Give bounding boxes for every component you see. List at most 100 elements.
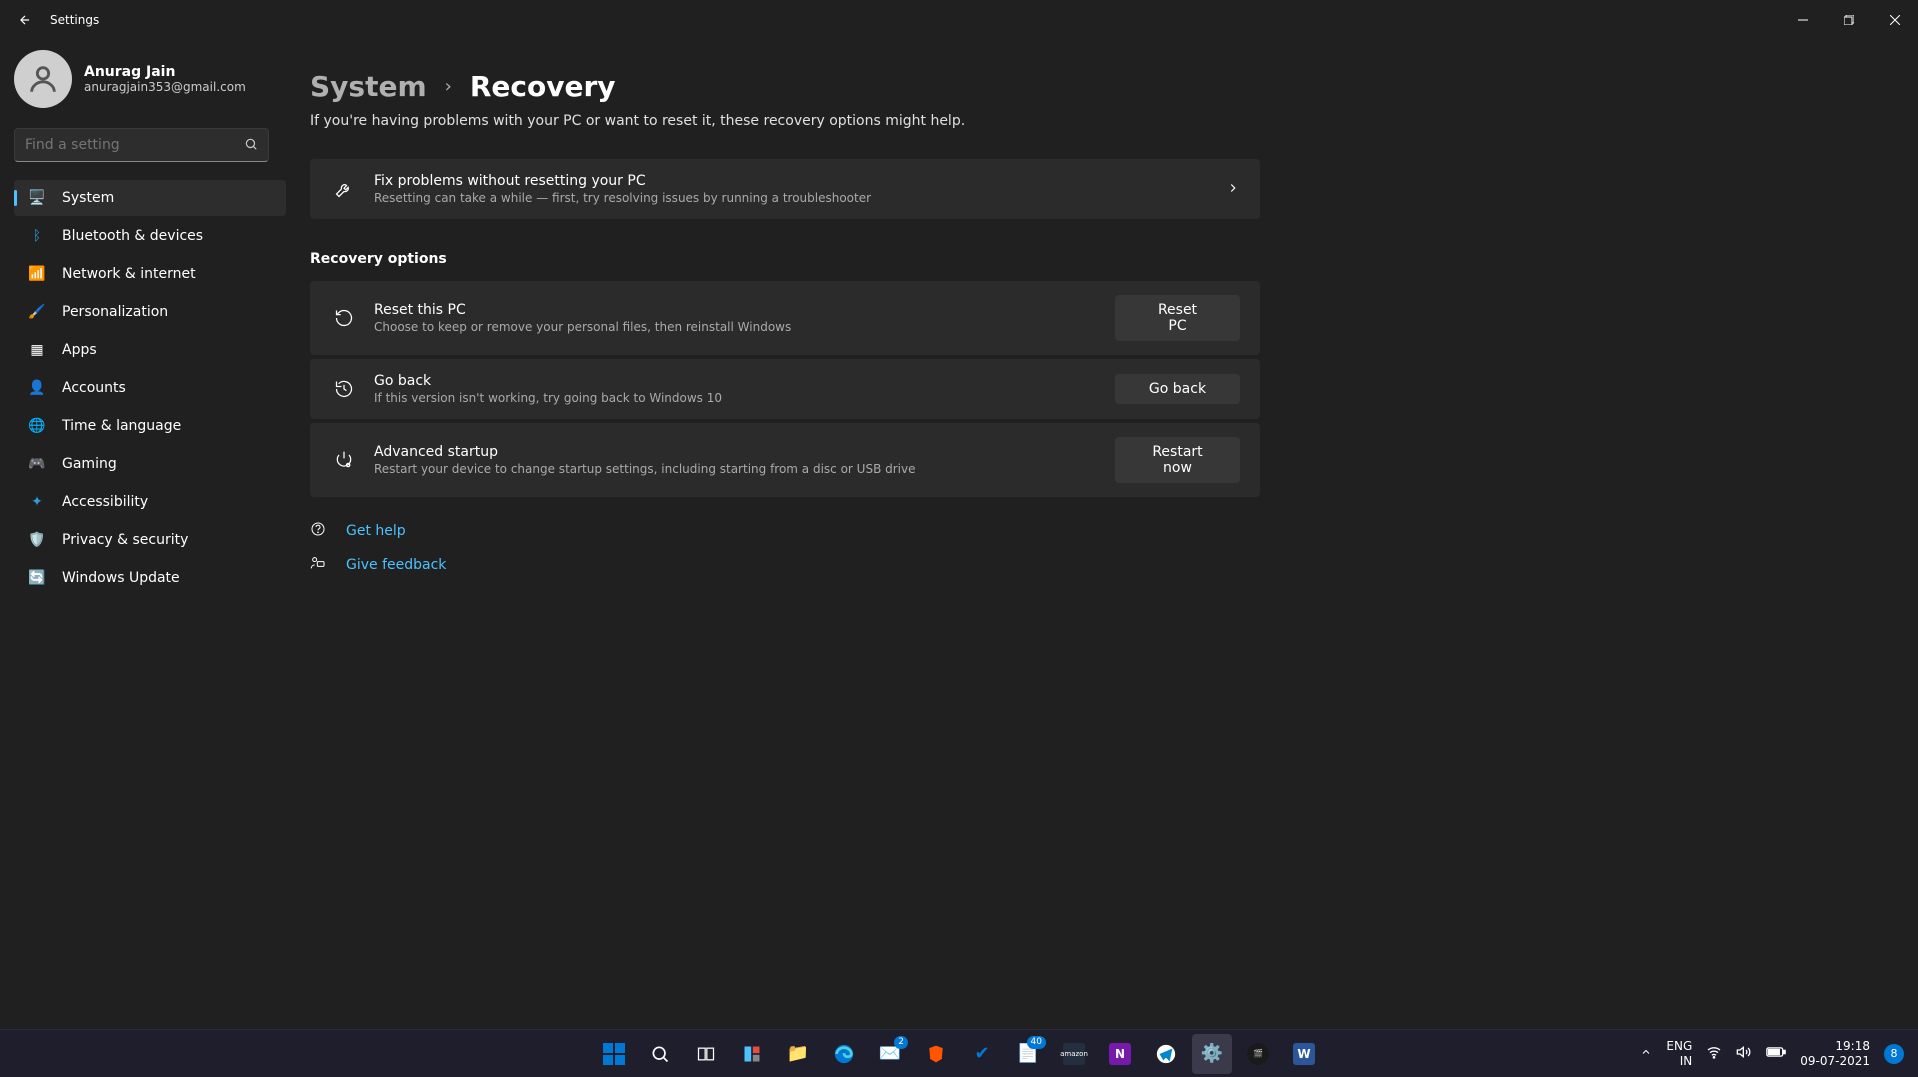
chevron-right-icon: ›: [445, 76, 452, 97]
card-go-back: Go back If this version isn't working, t…: [310, 359, 1260, 419]
help-icon: [310, 521, 328, 541]
window-controls: [1780, 0, 1918, 40]
taskbar-search[interactable]: [640, 1034, 680, 1074]
files-badge: 40: [1027, 1036, 1046, 1049]
task-view[interactable]: [686, 1034, 726, 1074]
minimize-button[interactable]: [1780, 0, 1826, 40]
lang-top: ENG: [1666, 1039, 1692, 1053]
battery-icon[interactable]: [1766, 1045, 1786, 1062]
breadcrumb-parent[interactable]: System: [310, 70, 427, 103]
taskbar-app-todo[interactable]: ✔: [962, 1034, 1002, 1074]
grid-icon: ▦: [28, 341, 46, 359]
sidebar-item-label: Windows Update: [62, 570, 180, 586]
reset-pc-button[interactable]: Reset PC: [1115, 295, 1240, 341]
card-subtitle: Choose to keep or remove your personal f…: [374, 320, 1115, 334]
link-label: Get help: [346, 523, 406, 539]
maximize-button[interactable]: [1826, 0, 1872, 40]
person-icon: 👤: [28, 379, 46, 397]
card-title: Go back: [374, 373, 1115, 389]
taskbar-app-onenote[interactable]: N: [1100, 1034, 1140, 1074]
globe-icon: 🌐: [28, 417, 46, 435]
paint-icon: 🖌️: [28, 303, 46, 321]
breadcrumb: System › Recovery: [310, 70, 1878, 103]
sidebar-item-label: Accessibility: [62, 494, 148, 510]
card-reset-pc: Reset this PC Choose to keep or remove y…: [310, 281, 1260, 355]
sidebar-item-personalization[interactable]: 🖌️ Personalization: [14, 294, 286, 330]
sidebar-item-label: Apps: [62, 342, 97, 358]
card-advanced-startup: Advanced startup Restart your device to …: [310, 423, 1260, 497]
restart-now-button[interactable]: Restart now: [1115, 437, 1240, 483]
card-title: Reset this PC: [374, 302, 1115, 318]
link-label: Give feedback: [346, 557, 446, 573]
card-subtitle: Resetting can take a while — first, try …: [374, 191, 1226, 205]
help-links: Get help Give feedback: [310, 521, 1878, 575]
give-feedback-link[interactable]: Give feedback: [310, 555, 1878, 575]
taskbar-app-amazon-music[interactable]: amazon: [1054, 1034, 1094, 1074]
card-subtitle: If this version isn't working, try going…: [374, 391, 1115, 405]
sidebar-item-network[interactable]: 📶 Network & internet: [14, 256, 286, 292]
mail-badge: 2: [894, 1036, 908, 1049]
card-fix-problems[interactable]: Fix problems without resetting your PC R…: [310, 159, 1260, 219]
sidebar-item-bluetooth[interactable]: ᛒ Bluetooth & devices: [14, 218, 286, 254]
wifi-icon: 📶: [28, 265, 46, 283]
sidebar-item-time-language[interactable]: 🌐 Time & language: [14, 408, 286, 444]
user-name: Anurag Jain: [84, 64, 246, 80]
sidebar-item-windows-update[interactable]: 🔄 Windows Update: [14, 560, 286, 596]
taskbar-app-davinci[interactable]: 🎬: [1238, 1034, 1278, 1074]
update-icon: 🔄: [28, 569, 46, 587]
feedback-icon: [310, 555, 328, 575]
sidebar-item-label: Privacy & security: [62, 532, 188, 548]
volume-icon[interactable]: [1736, 1044, 1752, 1063]
close-button[interactable]: [1872, 0, 1918, 40]
sidebar-item-gaming[interactable]: 🎮 Gaming: [14, 446, 286, 482]
avatar: [14, 50, 72, 108]
back-button[interactable]: [10, 5, 40, 35]
time: 19:18: [1800, 1039, 1870, 1053]
taskbar-app-file-explorer[interactable]: 📁: [778, 1034, 818, 1074]
user-block[interactable]: Anurag Jain anuragjain353@gmail.com: [14, 50, 286, 108]
search-box[interactable]: [14, 128, 269, 162]
taskbar-app-word[interactable]: W: [1284, 1034, 1324, 1074]
sidebar-item-label: Personalization: [62, 304, 168, 320]
chevron-right-icon: [1226, 180, 1240, 199]
get-help-link[interactable]: Get help: [310, 521, 1878, 541]
content-area: System › Recovery If you're having probl…: [300, 40, 1918, 1029]
taskbar-center: 📁 ✉️2 ✔ 📄40 amazon N ⚙️ 🎬 W: [594, 1034, 1324, 1074]
taskbar-app-edge[interactable]: [824, 1034, 864, 1074]
date: 09-07-2021: [1800, 1054, 1870, 1068]
card-title: Advanced startup: [374, 444, 1115, 460]
sidebar-item-apps[interactable]: ▦ Apps: [14, 332, 286, 368]
sidebar-item-label: Gaming: [62, 456, 117, 472]
user-email: anuragjain353@gmail.com: [84, 80, 246, 94]
clock[interactable]: 19:18 09-07-2021: [1800, 1039, 1870, 1068]
search-input[interactable]: [25, 137, 244, 153]
sidebar-item-system[interactable]: 🖥️ System: [14, 180, 286, 216]
sidebar-item-label: Time & language: [62, 418, 181, 434]
taskbar-app-telegram[interactable]: [1146, 1034, 1186, 1074]
notifications-badge[interactable]: 8: [1884, 1044, 1904, 1064]
search-icon: [244, 136, 258, 155]
accessibility-icon: ✦: [28, 493, 46, 511]
tray-chevron[interactable]: [1640, 1046, 1652, 1061]
shield-icon: 🛡️: [28, 531, 46, 549]
taskbar-app-brave[interactable]: [916, 1034, 956, 1074]
wrench-icon: [330, 179, 358, 199]
app-title: Settings: [50, 13, 99, 27]
card-title: Fix problems without resetting your PC: [374, 173, 1226, 189]
start-button[interactable]: [594, 1034, 634, 1074]
sidebar-item-accounts[interactable]: 👤 Accounts: [14, 370, 286, 406]
go-back-button[interactable]: Go back: [1115, 374, 1240, 404]
sidebar-item-privacy[interactable]: 🛡️ Privacy & security: [14, 522, 286, 558]
taskbar-app-files[interactable]: 📄40: [1008, 1034, 1048, 1074]
taskbar-app-settings[interactable]: ⚙️: [1192, 1034, 1232, 1074]
power-settings-icon: [330, 450, 358, 470]
sidebar-item-accessibility[interactable]: ✦ Accessibility: [14, 484, 286, 520]
reset-icon: [330, 308, 358, 328]
taskbar-app-widgets[interactable]: [732, 1034, 772, 1074]
taskbar: 📁 ✉️2 ✔ 📄40 amazon N ⚙️ 🎬 W: [0, 1029, 1918, 1077]
sidebar-item-label: Accounts: [62, 380, 126, 396]
taskbar-app-mail[interactable]: ✉️2: [870, 1034, 910, 1074]
wifi-icon[interactable]: [1706, 1044, 1722, 1063]
card-subtitle: Restart your device to change startup se…: [374, 462, 1115, 476]
language-indicator[interactable]: ENG IN: [1666, 1039, 1692, 1068]
